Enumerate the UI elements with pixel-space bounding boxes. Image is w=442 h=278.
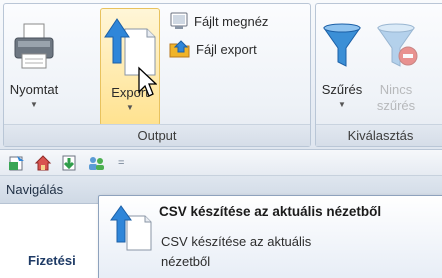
chevron-down-icon: ▼ [30, 100, 38, 109]
no-filter-button[interactable]: Nincs szűrés [372, 10, 420, 122]
filter-label: Szűrés [321, 82, 363, 97]
tooltip-title: CSV készítése az aktuális nézetből [159, 204, 382, 219]
view-file-icon [170, 12, 188, 29]
no-filter-icon [377, 23, 418, 67]
no-filter-label-1: Nincs [379, 82, 413, 97]
filter-icon [323, 23, 361, 67]
qat-customize-button[interactable]: = [118, 157, 124, 169]
quick-access-toolbar: = [0, 150, 442, 176]
filter-button[interactable]: Szűrés ▼ [318, 10, 366, 122]
tooltip-description: CSV készítése az aktuális nézetből [161, 234, 312, 269]
output-group-footer: Output [4, 124, 310, 146]
folder-export-icon [169, 40, 190, 58]
selection-group-footer: Kiválasztás [316, 124, 442, 146]
payment-label: Fizetési [28, 253, 76, 268]
home-icon[interactable] [34, 154, 52, 172]
chevron-down-icon: ▼ [338, 100, 346, 109]
users-icon[interactable] [86, 154, 106, 172]
print-button[interactable]: Nyomtat ▼ [10, 10, 58, 122]
file-export-button[interactable]: Fájl export [169, 38, 257, 60]
download-icon[interactable] [60, 154, 78, 172]
output-group: Nyomtat ▼ Export ▼ Fájlt megnéz Fájl exp… [3, 3, 311, 147]
export-icon [110, 205, 152, 251]
print-label: Nyomtat [9, 82, 59, 97]
selection-group: Szűrés ▼ Nincs szűrés Kiválasztás [315, 3, 442, 147]
navigation-label[interactable]: Navigálás [6, 182, 63, 197]
export-tooltip: CSV készítése az aktuális nézetből CSV k… [98, 195, 442, 278]
mouse-cursor-icon [138, 66, 157, 97]
export-csv-icon[interactable] [8, 154, 26, 172]
printer-icon [14, 23, 54, 69]
view-file-button[interactable]: Fájlt megnéz [169, 10, 268, 32]
file-export-label: Fájl export [196, 41, 257, 57]
no-filter-label-2: szűrés [376, 98, 416, 113]
ribbon: Nyomtat ▼ Export ▼ Fájlt megnéz Fájl exp… [0, 0, 442, 150]
view-file-label: Fájlt megnéz [194, 13, 269, 29]
chevron-down-icon: ▼ [126, 103, 134, 112]
